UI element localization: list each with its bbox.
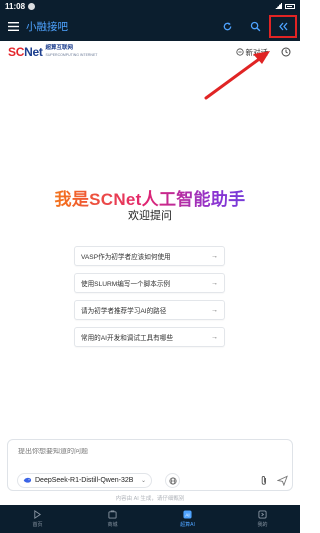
scnet-logo: SCNet 超算互联网 SUPERCOMPUTING INTERNET [8,45,97,59]
bottom-navigation: 首页 商城 AI 超算AI 我的 [0,505,300,533]
status-bar: 11:08 [0,0,300,12]
arrow-right-icon: → [211,252,218,260]
logo-cn: 超算互联网 [45,45,74,51]
home-icon [33,510,42,519]
globe-icon [168,476,177,485]
chat-header: SCNet 超算互联网 SUPERCOMPUTING INTERNET 新对话 [0,41,300,63]
app-title: 小融接吧 [26,21,68,33]
chevron-down-icon: ⌄ [140,478,146,484]
arrow-right-icon: → [211,333,218,341]
suggestion-item[interactable]: 常用的AI开发和调试工具有哪些 → [74,327,225,347]
logo-en: SUPERCOMPUTING INTERNET [45,53,98,57]
send-icon[interactable] [276,474,289,487]
arrow-right-icon: → [211,306,218,314]
web-search-toggle[interactable] [165,473,180,488]
double-chevron-left-icon [278,22,287,31]
nav-item-ai[interactable]: AI 超算AI [150,505,225,533]
nav-item-home[interactable]: 首页 [0,505,75,533]
model-selector[interactable]: DeepSeek-R1-Distill-Qwen-32B ⌄ [17,473,152,488]
chat-input[interactable] [18,448,278,455]
ai-icon: AI [183,510,192,519]
arrow-right-icon: → [211,279,218,287]
battery-icon [285,3,295,9]
profile-icon [258,510,267,519]
shop-icon [108,510,117,519]
hero-subtitle: 欢迎提问 [128,210,172,222]
chat-input-panel: DeepSeek-R1-Distill-Qwen-32B ⌄ [7,439,293,491]
nav-item-shop[interactable]: 商城 [75,505,150,533]
new-chat-icon [235,48,244,56]
system-icons [275,3,295,9]
search-icon[interactable] [241,12,269,41]
ai-disclaimer: 内容由 AI 生成，请仔细甄别 [115,496,185,502]
svg-text:AI: AI [185,512,189,517]
collapse-panel-button[interactable] [269,15,297,38]
signal-icon [275,3,282,9]
nav-item-profile[interactable]: 我的 [225,505,300,533]
suggestion-list: VASP作为初学者应该如何使用 → 使用SLURM编写一个脚本示例 → 请为初学… [74,246,225,354]
logo-brand: SCNet [8,45,43,59]
suggestion-item[interactable]: VASP作为初学者应该如何使用 → [74,246,225,266]
menu-icon[interactable] [0,12,26,41]
suggestion-item[interactable]: 请为初学者推荐学习AI的路径 → [74,300,225,320]
new-chat-label: 新对话 [245,47,269,57]
deepseek-icon [23,477,32,483]
notification-icon [28,2,36,10]
attachment-icon[interactable] [258,474,270,487]
history-icon[interactable] [280,46,292,58]
new-chat-button[interactable]: 新对话 [235,47,269,58]
model-label: DeepSeek-R1-Distill-Qwen-32B [35,477,134,484]
refresh-icon[interactable] [213,12,241,41]
app-bar: 小融接吧 [0,12,300,41]
suggestion-item[interactable]: 使用SLURM编写一个脚本示例 → [74,273,225,293]
status-time: 11:08 [5,1,26,11]
